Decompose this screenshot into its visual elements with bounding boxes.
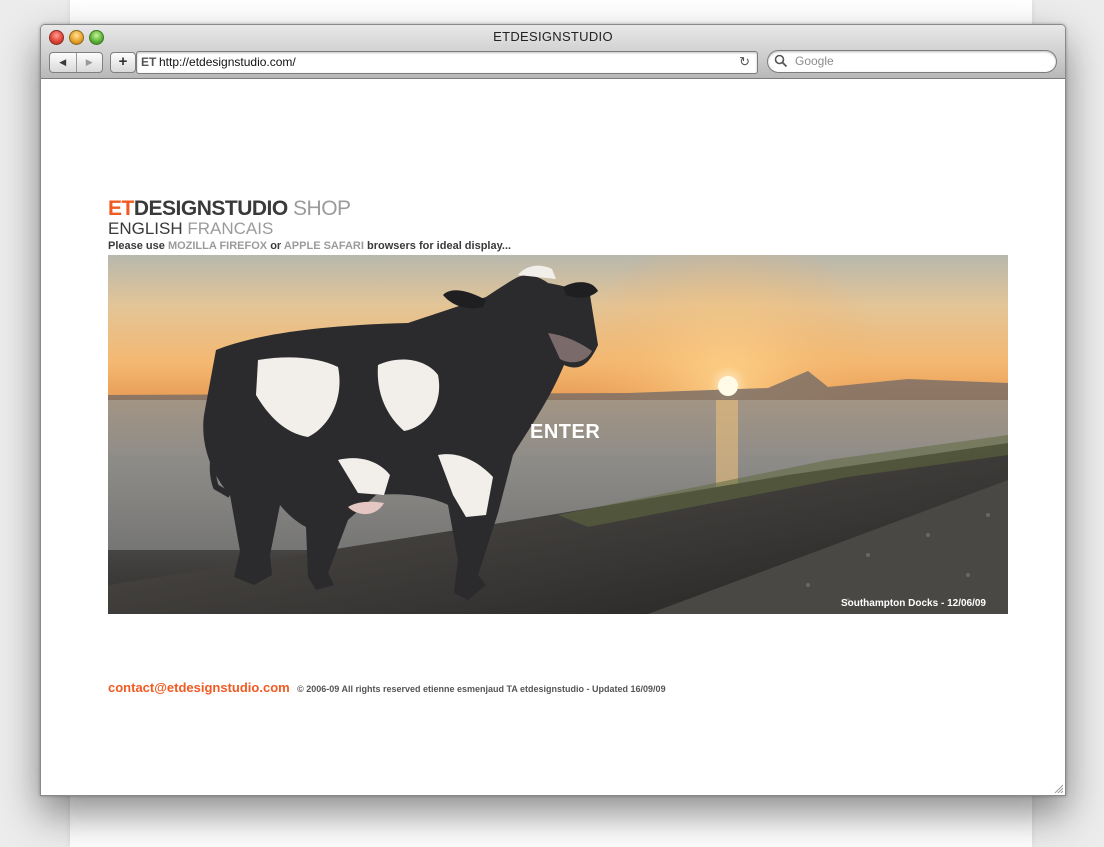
notice-text-post: browsers for ideal display...	[363, 240, 512, 252]
title-bar: ETDESIGNSTUDIO ◀ ▶ + ET http://etdesigns…	[41, 25, 1065, 79]
url-input[interactable]: http://etdesignstudio.com/	[159, 55, 296, 69]
site-logo[interactable]: ETDESIGNSTUDIO SHOP	[108, 197, 351, 221]
back-button[interactable]: ◀	[50, 53, 76, 72]
site-favicon: ET	[141, 55, 157, 69]
photo-caption: Southampton Docks - 12/06/09	[840, 598, 986, 609]
window-title: ETDESIGNSTUDIO	[493, 29, 613, 44]
browser-window: ETDESIGNSTUDIO ◀ ▶ + ET http://etdesigns…	[40, 24, 1066, 796]
forward-arrow-icon: ▶	[85, 57, 93, 67]
logo-designstudio: DESIGNSTUDIO	[133, 197, 288, 220]
footer: contact@etdesignstudio.com © 2006-09 All…	[108, 679, 666, 697]
safari-link[interactable]: APPLE SAFARI	[284, 240, 364, 252]
hero-image-enter-link[interactable]: ENTER Southampton Docks - 12/06/09	[108, 255, 1008, 614]
enter-link[interactable]: ENTER	[530, 421, 600, 444]
lang-english-link[interactable]: ENGLISH	[108, 219, 183, 238]
notice-text-or: or	[267, 240, 284, 252]
firefox-link[interactable]: MOZILLA FIREFOX	[168, 240, 267, 252]
shop-link[interactable]: SHOP	[293, 197, 351, 220]
copyright-text: © 2006-09 All rights reserved etienne es…	[297, 684, 666, 694]
back-arrow-icon: ◀	[59, 57, 67, 67]
reload-icon[interactable]: ↻	[739, 54, 750, 70]
add-bookmark-button[interactable]: +	[110, 52, 136, 73]
resize-grip-icon[interactable]	[1053, 783, 1063, 793]
contact-email-link[interactable]: contact@etdesignstudio.com	[108, 680, 290, 695]
search-field[interactable]: Google	[767, 50, 1057, 73]
notice-text-pre: Please use	[108, 240, 168, 252]
history-nav: ◀ ▶	[49, 52, 103, 73]
search-icon	[774, 54, 788, 68]
logo-et: ET	[108, 197, 134, 220]
forward-button[interactable]: ▶	[75, 53, 103, 72]
page-content: ETDESIGNSTUDIO SHOP ENGLISH FRANCAIS Ple…	[41, 79, 1065, 795]
language-switcher: ENGLISH FRANCAIS	[108, 219, 273, 239]
lang-francais-link[interactable]: FRANCAIS	[187, 219, 273, 238]
plus-icon: +	[118, 53, 128, 70]
browser-notice: Please use MOZILLA FIREFOX or APPLE SAFA…	[108, 239, 511, 253]
search-input[interactable]: Google	[795, 54, 834, 68]
address-bar[interactable]: ET http://etdesignstudio.com/ ↻	[136, 51, 758, 74]
